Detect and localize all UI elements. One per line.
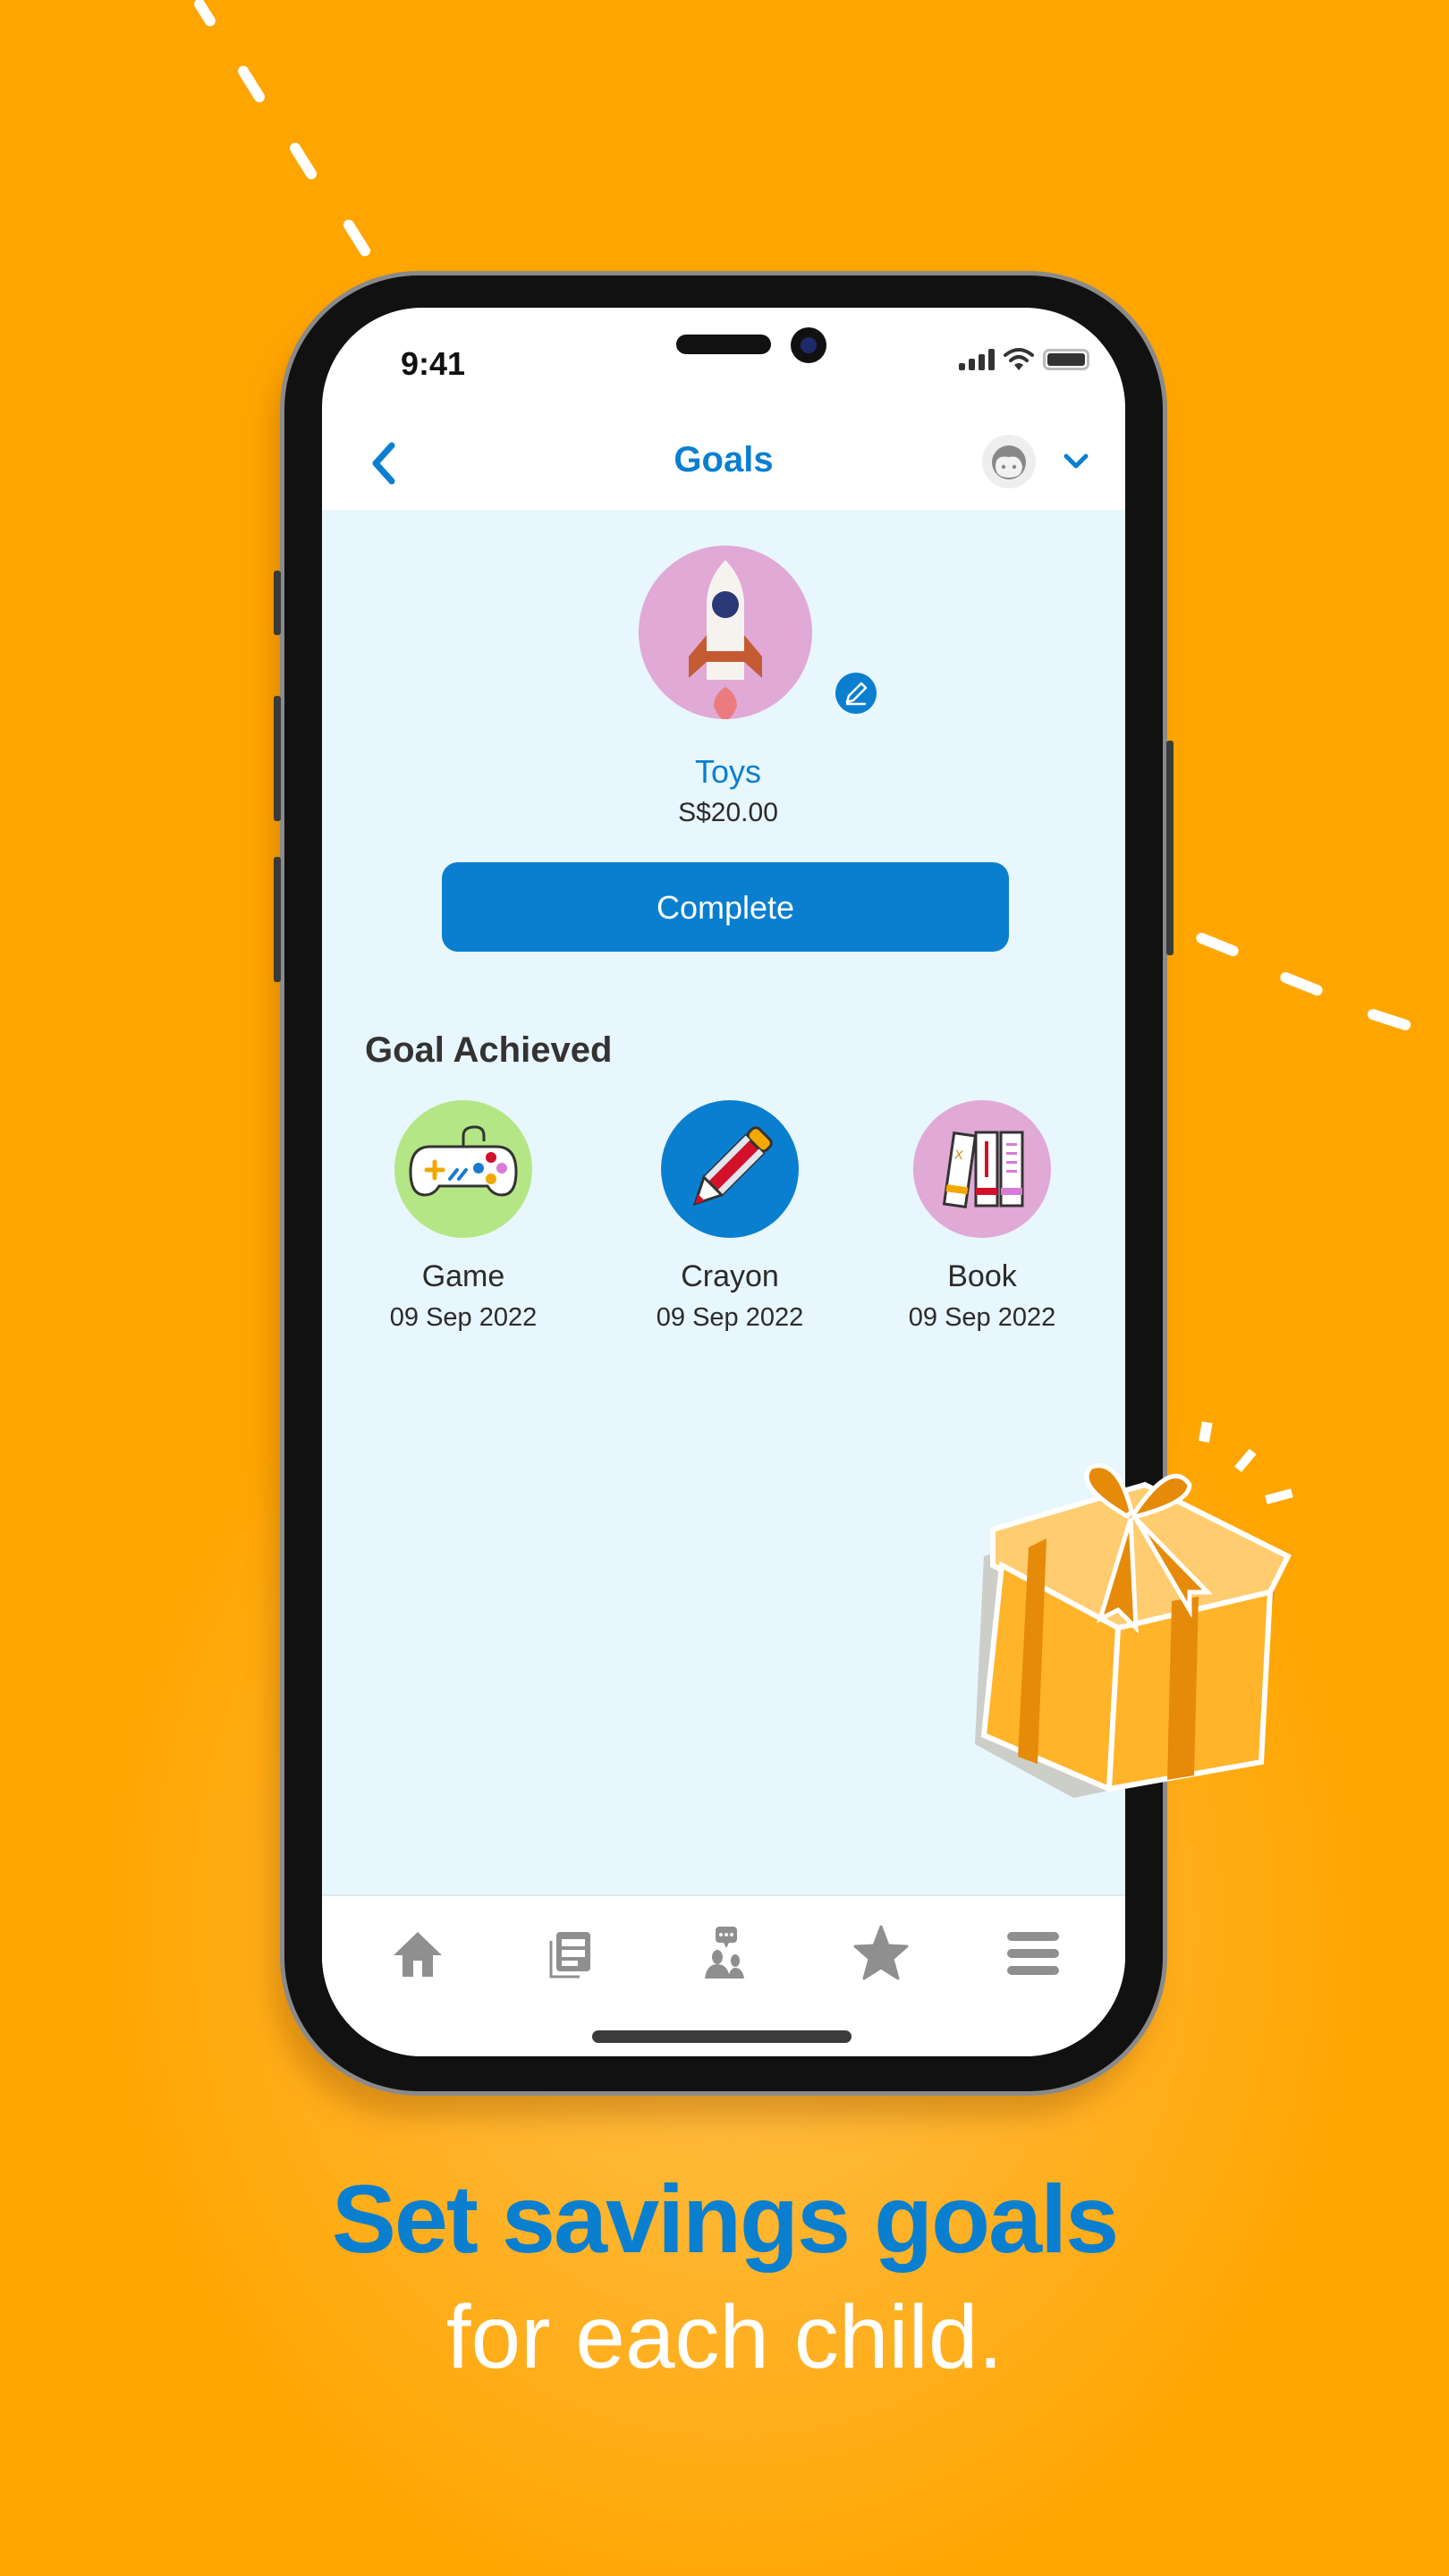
menu-icon[interactable] (1002, 1921, 1064, 1984)
achieved-goal-date: 09 Sep 2022 (908, 1303, 1056, 1332)
achieved-goal-name: Crayon (681, 1259, 779, 1293)
dynamic-island (676, 335, 771, 354)
achieved-goal-date: 09 Sep 2022 (389, 1303, 538, 1332)
system-icons (959, 347, 1089, 370)
camera-icon (791, 327, 826, 363)
achieved-goal-name: Book (947, 1259, 1017, 1293)
signal-icon (959, 349, 995, 370)
battery-icon (1043, 349, 1089, 370)
news-icon[interactable] (540, 1921, 603, 1984)
game-controller-icon (409, 1125, 518, 1197)
complete-button[interactable]: Complete (442, 862, 1009, 952)
home-indicator (592, 2030, 852, 2043)
goal-amount: S$20.00 (678, 798, 778, 827)
goal-name: Toys (694, 753, 762, 790)
achieved-goal-date: 09 Sep 2022 (656, 1303, 804, 1332)
achieved-goal-image (661, 1100, 799, 1238)
phone-button (1166, 741, 1174, 955)
achieved-goal-item[interactable]: Crayon 09 Sep 2022 (623, 1100, 837, 1333)
achieved-goal-image (394, 1100, 532, 1238)
phone-button (274, 571, 281, 635)
rocket-icon (689, 560, 762, 721)
marketing-headline: Set savings goals (331, 2165, 1119, 2273)
crayon-icon (692, 1126, 773, 1207)
status-bar: 9:41 (322, 308, 1125, 415)
status-time: 9:41 (401, 345, 466, 382)
achieved-goal-image: X (913, 1100, 1051, 1238)
goal-image (639, 546, 812, 721)
phone-button (274, 696, 281, 821)
books-icon: X (942, 1131, 1024, 1208)
achieved-goal-item[interactable]: X Book 09 Sep 2022 (875, 1100, 1089, 1333)
achieved-goal-name: Game (421, 1259, 505, 1293)
star-icon[interactable] (850, 1921, 912, 1984)
phone-button (274, 857, 281, 982)
gift-box-illustration (975, 1421, 1293, 1798)
chevron-down-icon[interactable] (1061, 447, 1091, 474)
community-chat-icon[interactable] (694, 1921, 757, 1984)
achieved-goal-item[interactable]: Game 09 Sep 2022 (356, 1100, 571, 1333)
home-icon[interactable] (386, 1921, 449, 1984)
pencil-icon (845, 682, 868, 706)
nav-header: Goals (322, 415, 1125, 510)
goal-achieved-heading: Goal Achieved (365, 1030, 613, 1070)
child-avatar-selector[interactable] (982, 435, 1036, 488)
child-avatar-icon (992, 445, 1026, 479)
marketing-subline: for each child. (445, 2287, 1004, 2387)
wifi-icon (1004, 348, 1034, 370)
edit-goal-button[interactable] (835, 673, 877, 714)
